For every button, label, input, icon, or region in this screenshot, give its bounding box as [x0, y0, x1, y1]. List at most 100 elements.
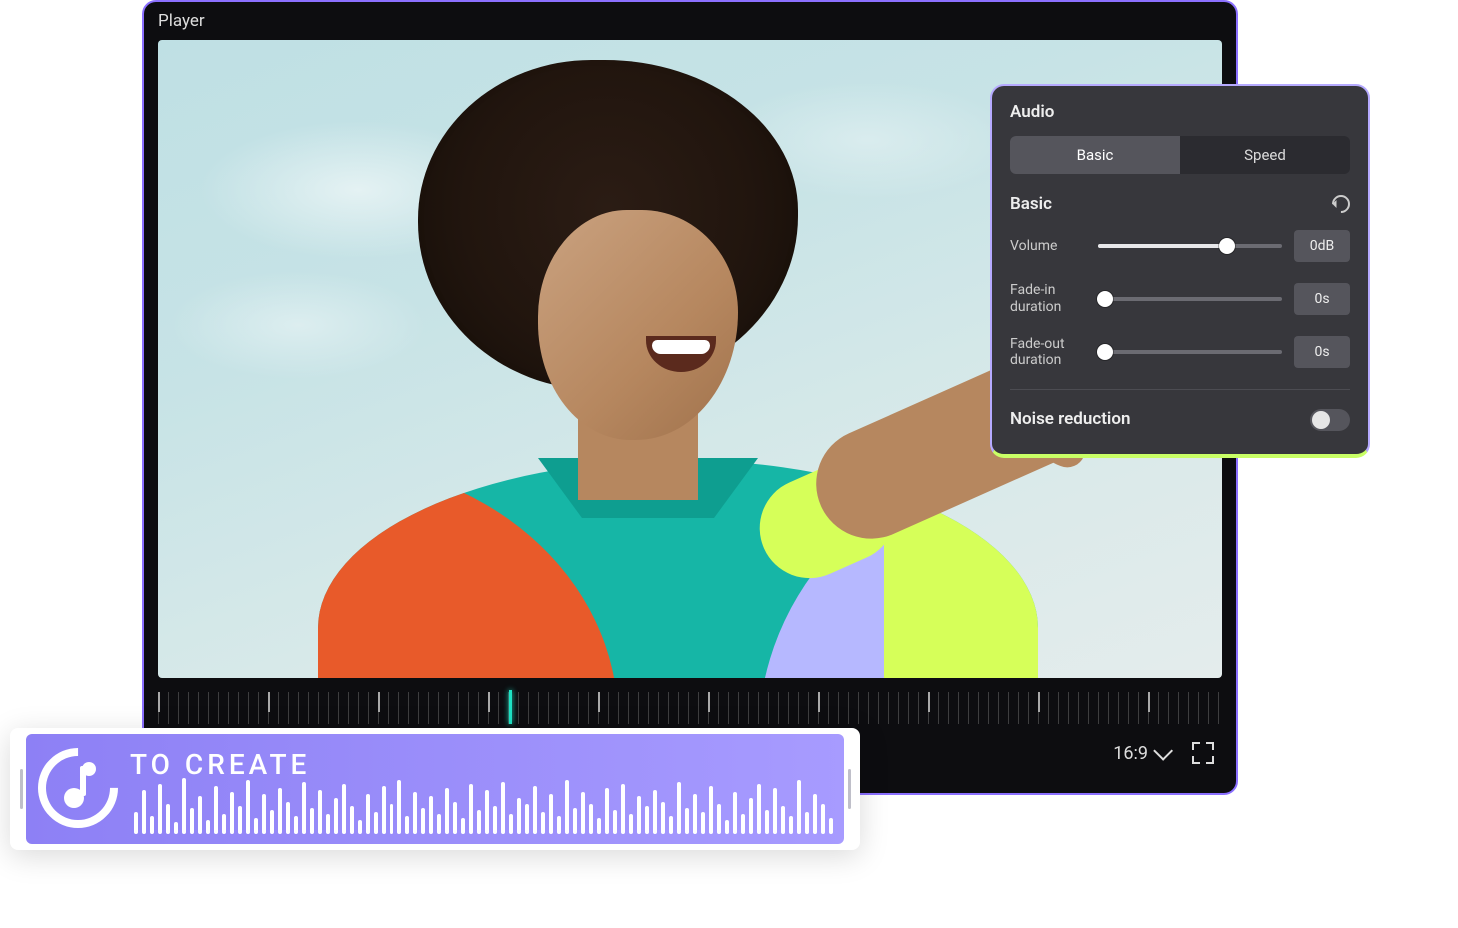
wave-bar: [286, 802, 290, 834]
wave-bar: [246, 780, 250, 834]
wave-bar: [302, 782, 306, 834]
wave-bar: [669, 816, 673, 834]
wave-bar: [310, 808, 314, 834]
tab-basic[interactable]: Basic: [1010, 136, 1180, 174]
tab-speed[interactable]: Speed: [1180, 136, 1350, 174]
slider-knob[interactable]: [1097, 291, 1113, 307]
noise-reduction-row: Noise reduction: [1010, 408, 1350, 432]
wave-bar: [549, 794, 553, 834]
sky-cloud: [168, 270, 428, 380]
divider: [1010, 389, 1350, 390]
wave-bar: [429, 796, 433, 834]
fade-in-slider[interactable]: [1098, 297, 1282, 301]
volume-row: Volume 0dB: [1010, 230, 1350, 262]
fade-in-row: Fade-in duration 0s: [1010, 282, 1350, 316]
wave-bar: [821, 804, 825, 834]
audio-tabs: Basic Speed: [1010, 136, 1350, 174]
fullscreen-icon[interactable]: [1192, 742, 1214, 764]
audio-clip[interactable]: TO CREATE: [10, 728, 860, 850]
wave-bar: [773, 788, 777, 834]
wave-bar: [262, 794, 266, 834]
wave-bar: [461, 818, 465, 834]
wave-bar: [142, 790, 146, 834]
wave-bar: [397, 780, 401, 834]
wave-bar: [789, 816, 793, 834]
playhead[interactable]: [509, 690, 512, 724]
aspect-ratio-selector[interactable]: 16:9: [1113, 743, 1168, 764]
wave-bar: [797, 780, 801, 834]
wave-bar: [166, 804, 170, 834]
wave-bar: [757, 784, 761, 834]
wave-bar: [661, 802, 665, 834]
subject-face: [538, 210, 738, 440]
wave-bar: [581, 792, 585, 834]
wave-bar: [374, 812, 378, 834]
wave-bar: [453, 802, 457, 834]
clip-handle-left[interactable]: [16, 734, 26, 844]
noise-reduction-toggle[interactable]: [1310, 409, 1350, 431]
wave-bar: [230, 792, 234, 834]
clip-handle-right[interactable]: [844, 734, 854, 844]
wave-bar: [733, 792, 737, 834]
wave-bar: [621, 784, 625, 834]
wave-bar: [677, 782, 681, 834]
wave-bar: [517, 798, 521, 834]
wave-bar: [717, 804, 721, 834]
wave-bar: [501, 782, 505, 834]
slider-fill: [1098, 244, 1227, 248]
wave-bar: [685, 808, 689, 834]
fade-in-value[interactable]: 0s: [1294, 283, 1350, 315]
wave-bar: [334, 798, 338, 834]
wave-bar: [741, 814, 745, 834]
music-note-icon: [38, 748, 118, 828]
waveform: [134, 778, 832, 834]
slider-knob[interactable]: [1097, 344, 1113, 360]
wave-bar: [493, 806, 497, 834]
wave-bar: [805, 812, 809, 834]
volume-value[interactable]: 0dB: [1294, 230, 1350, 262]
fade-out-value[interactable]: 0s: [1294, 336, 1350, 368]
basic-section-label: Basic: [1010, 194, 1052, 214]
fade-out-slider[interactable]: [1098, 350, 1282, 354]
slider-knob[interactable]: [1219, 238, 1235, 254]
wave-bar: [645, 806, 649, 834]
wave-bar: [597, 818, 601, 834]
timeline-ruler[interactable]: [158, 692, 1222, 724]
wave-bar: [405, 816, 409, 834]
wave-bar: [421, 808, 425, 834]
player-titlebar: Player: [144, 2, 1236, 40]
wave-bar: [350, 806, 354, 834]
wave-bar: [342, 784, 346, 834]
wave-bar: [693, 794, 697, 834]
wave-bar: [485, 790, 489, 834]
wave-bar: [366, 794, 370, 834]
toggle-knob: [1312, 411, 1330, 429]
fade-out-label: Fade-out duration: [1010, 336, 1086, 370]
wave-bar: [182, 778, 186, 834]
wave-bar: [222, 814, 226, 834]
aspect-ratio-value: 16:9: [1113, 743, 1148, 764]
wave-bar: [150, 816, 154, 834]
wave-bar: [198, 796, 202, 834]
wave-bar: [174, 822, 178, 834]
clip-body[interactable]: TO CREATE: [26, 734, 844, 844]
fade-out-row: Fade-out duration 0s: [1010, 336, 1350, 370]
wave-bar: [781, 806, 785, 834]
wave-bar: [557, 816, 561, 834]
wave-bar: [613, 810, 617, 834]
wave-bar: [725, 820, 729, 834]
volume-slider[interactable]: [1098, 244, 1282, 248]
wave-bar: [477, 810, 481, 834]
wave-bar: [278, 788, 282, 834]
noise-reduction-label: Noise reduction: [1010, 408, 1130, 432]
audio-panel-title: Audio: [1010, 102, 1350, 122]
wave-bar: [294, 816, 298, 834]
wave-bar: [445, 788, 449, 834]
volume-label: Volume: [1010, 238, 1086, 255]
player-title: Player: [158, 11, 205, 31]
wave-bar: [326, 814, 330, 834]
wave-bar: [629, 814, 633, 834]
ruler-major-ticks: [158, 692, 1222, 712]
wave-bar: [206, 820, 210, 834]
reset-icon[interactable]: [1328, 191, 1353, 216]
